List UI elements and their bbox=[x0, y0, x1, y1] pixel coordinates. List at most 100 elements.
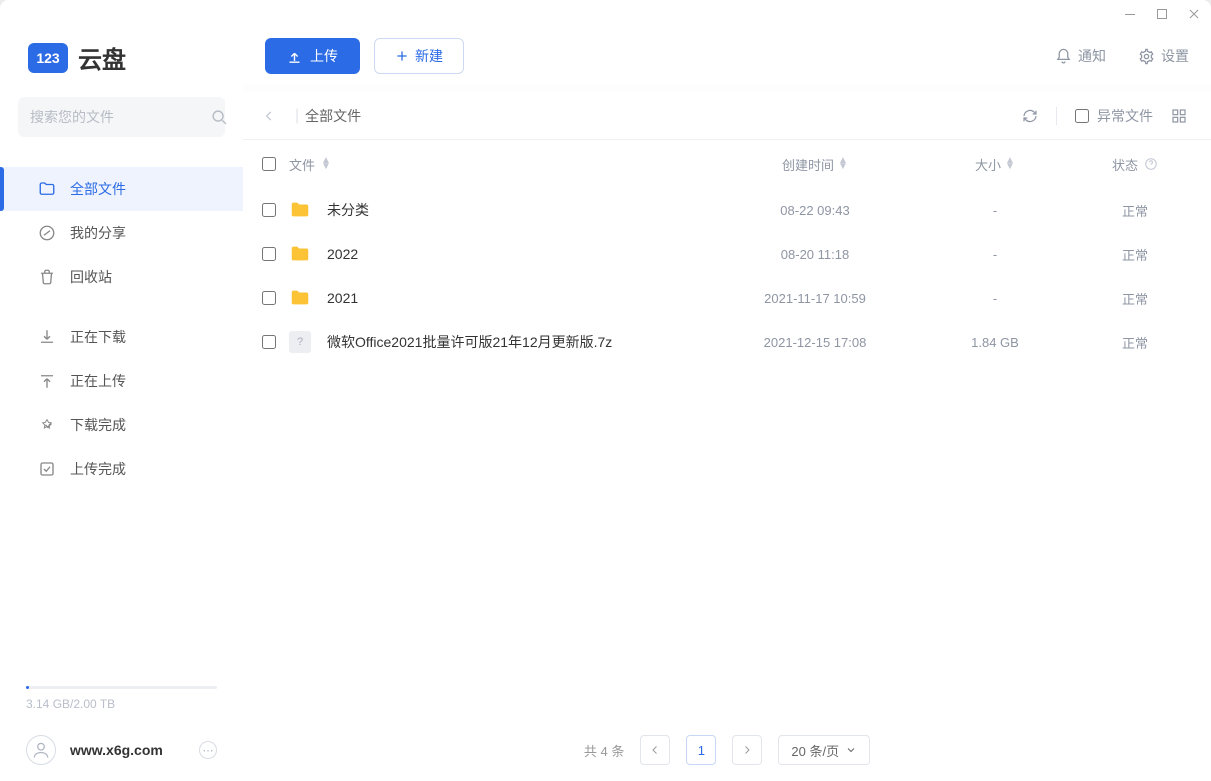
folder-icon bbox=[38, 180, 56, 198]
sidebar-item-uploading[interactable]: 正在上传 bbox=[0, 359, 243, 403]
abnormal-checkbox[interactable] bbox=[1075, 109, 1089, 123]
brand-name: 云盘 bbox=[78, 40, 126, 75]
app-window: 123 云盘 全部文件 我的分享 bbox=[0, 0, 1211, 781]
notify-label: 通知 bbox=[1078, 46, 1106, 66]
sort-icon: ▲▼ bbox=[1005, 158, 1015, 170]
sidebar-item-label: 我的分享 bbox=[70, 223, 126, 243]
col-header-name[interactable]: 文件 ▲▼ bbox=[289, 155, 705, 174]
more-button[interactable]: ⋯ bbox=[199, 741, 217, 759]
brand-badge: 123 bbox=[28, 43, 68, 73]
breadcrumb[interactable]: 全部文件 bbox=[305, 106, 361, 126]
sidebar-item-recycle[interactable]: 回收站 bbox=[0, 255, 243, 299]
storage-text: 3.14 GB/2.00 TB bbox=[26, 697, 217, 711]
col-header-date[interactable]: 创建时间 ▲▼ bbox=[705, 155, 925, 174]
file-size: - bbox=[925, 247, 1065, 262]
notify-link[interactable]: 通知 bbox=[1055, 46, 1106, 66]
user-row[interactable]: www.x6g.com ⋯ bbox=[26, 735, 217, 765]
settings-link[interactable]: 设置 bbox=[1138, 46, 1189, 66]
sidebar-item-label: 回收站 bbox=[70, 267, 112, 287]
col-header-status: 状态 bbox=[1065, 155, 1205, 174]
sidebar-nav: 全部文件 我的分享 回收站 正在下载 正在上传 bbox=[0, 149, 243, 491]
sidebar-item-my-share[interactable]: 我的分享 bbox=[0, 211, 243, 255]
sidebar-item-upload-done[interactable]: 上传完成 bbox=[0, 447, 243, 491]
download-done-icon bbox=[38, 416, 56, 434]
pager-size-label: 20 条/页 bbox=[791, 741, 839, 760]
pager-total: 共 4 条 bbox=[584, 741, 624, 760]
avatar bbox=[26, 735, 56, 765]
search-box[interactable] bbox=[18, 97, 225, 137]
file-status: 正常 bbox=[1065, 333, 1205, 352]
folder-icon bbox=[289, 199, 311, 221]
titlebar bbox=[0, 0, 1211, 28]
pager-page-1[interactable]: 1 bbox=[686, 735, 716, 765]
help-icon[interactable] bbox=[1144, 157, 1158, 171]
sidebar-item-all-files[interactable]: 全部文件 bbox=[0, 167, 243, 211]
table-row[interactable]: 202208-20 11:18-正常 bbox=[243, 232, 1211, 276]
storage-bar bbox=[26, 686, 217, 689]
sidebar-item-download-done[interactable]: 下载完成 bbox=[0, 403, 243, 447]
file-size: 1.84 GB bbox=[925, 335, 1065, 350]
row-checkbox[interactable] bbox=[262, 203, 276, 217]
file-name: 未分类 bbox=[327, 200, 369, 220]
chevron-down-icon bbox=[845, 744, 857, 756]
content-area: | 全部文件 异常文件 bbox=[243, 92, 1211, 781]
download-icon bbox=[38, 328, 56, 346]
sidebar-item-downloading[interactable]: 正在下载 bbox=[0, 315, 243, 359]
back-button[interactable] bbox=[249, 109, 289, 123]
row-checkbox[interactable] bbox=[262, 291, 276, 305]
file-date: 08-20 11:18 bbox=[705, 247, 925, 262]
pager-size-select[interactable]: 20 条/页 bbox=[778, 735, 870, 765]
refresh-button[interactable] bbox=[1022, 108, 1038, 124]
file-status: 正常 bbox=[1065, 245, 1205, 264]
row-checkbox[interactable] bbox=[262, 335, 276, 349]
pager-prev[interactable] bbox=[640, 735, 670, 765]
search-input[interactable] bbox=[30, 109, 211, 125]
file-name: 2021 bbox=[327, 290, 358, 306]
upload-icon bbox=[38, 372, 56, 390]
upload-done-icon bbox=[38, 460, 56, 478]
file-status: 正常 bbox=[1065, 289, 1205, 308]
col-header-size[interactable]: 大小 ▲▼ bbox=[925, 155, 1065, 174]
search-icon[interactable] bbox=[211, 109, 228, 126]
file-date: 2021-11-17 10:59 bbox=[705, 291, 925, 306]
file-date: 08-22 09:43 bbox=[705, 203, 925, 218]
bell-icon bbox=[1055, 48, 1072, 65]
minimize-button[interactable] bbox=[1123, 7, 1137, 21]
select-all-checkbox[interactable] bbox=[262, 157, 276, 171]
file-status: 正常 bbox=[1065, 201, 1205, 220]
folder-icon bbox=[289, 243, 311, 265]
sidebar-item-label: 下载完成 bbox=[70, 415, 126, 435]
table-row[interactable]: ? 微软Office2021批量许可版21年12月更新版.7z 2021-12-15… bbox=[243, 320, 1211, 364]
view-grid-button[interactable] bbox=[1171, 108, 1187, 124]
sidebar-item-label: 上传完成 bbox=[70, 459, 126, 479]
maximize-button[interactable] bbox=[1155, 7, 1169, 21]
trash-icon bbox=[38, 268, 56, 286]
new-button[interactable]: 新建 bbox=[374, 38, 464, 74]
share-icon bbox=[38, 224, 56, 242]
sidebar-item-label: 全部文件 bbox=[70, 179, 126, 199]
main-panel: 上传 新建 通知 设置 bbox=[243, 28, 1211, 781]
file-date: 2021-12-15 17:08 bbox=[705, 335, 925, 350]
user-label: www.x6g.com bbox=[70, 742, 185, 758]
table-body: 未分类08-22 09:43-正常202208-20 11:18-正常20212… bbox=[243, 188, 1211, 364]
upload-button-label: 上传 bbox=[310, 46, 338, 66]
file-name: 微软Office2021批量许可版21年12月更新版.7z bbox=[327, 332, 612, 352]
toolbar: 上传 新建 通知 设置 bbox=[243, 28, 1211, 84]
pager: 共 4 条 1 20 条/页 bbox=[243, 719, 1211, 781]
gear-icon bbox=[1138, 48, 1155, 65]
folder-icon bbox=[289, 287, 311, 309]
file-size: - bbox=[925, 203, 1065, 218]
close-button[interactable] bbox=[1187, 7, 1201, 21]
settings-label: 设置 bbox=[1161, 46, 1189, 66]
upload-button[interactable]: 上传 bbox=[265, 38, 360, 74]
abnormal-filter[interactable]: 异常文件 bbox=[1075, 106, 1153, 126]
table-row[interactable]: 未分类 08-22 09:43-正常 bbox=[243, 188, 1211, 232]
brand: 123 云盘 bbox=[0, 28, 243, 97]
file-icon: ? bbox=[289, 331, 311, 353]
sidebar-item-label: 正在上传 bbox=[70, 371, 126, 391]
file-size: - bbox=[925, 291, 1065, 306]
row-checkbox[interactable] bbox=[262, 247, 276, 261]
sort-icon: ▲▼ bbox=[838, 158, 848, 170]
pager-next[interactable] bbox=[732, 735, 762, 765]
table-row[interactable]: 2021 2021-11-17 10:59-正常 bbox=[243, 276, 1211, 320]
